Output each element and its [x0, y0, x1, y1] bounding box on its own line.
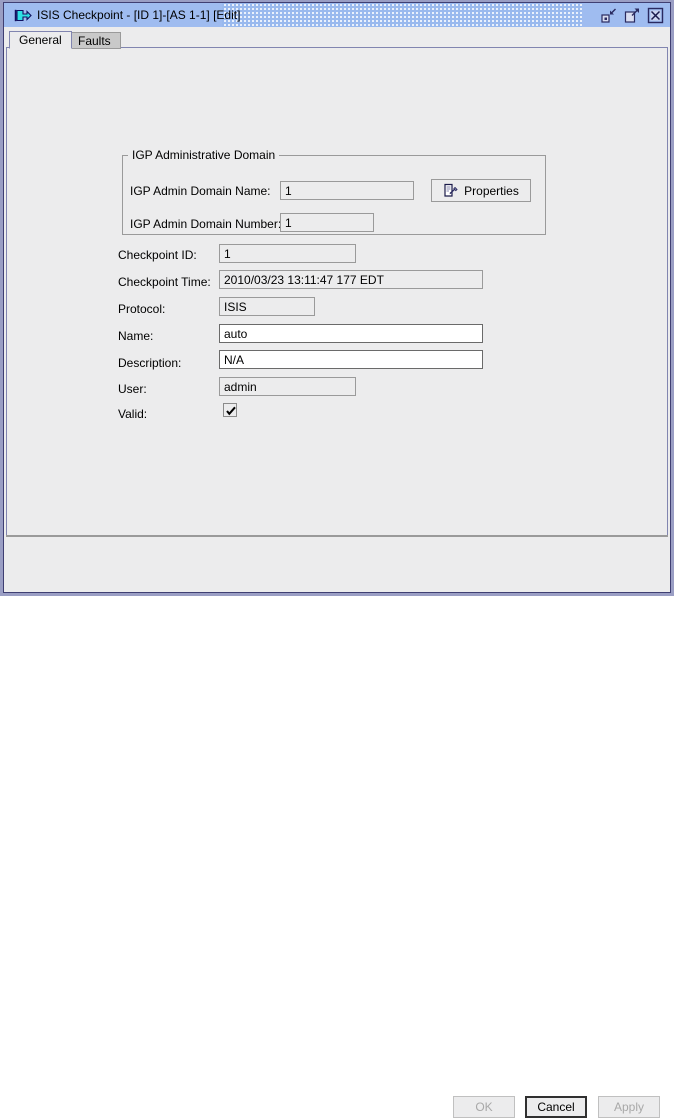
general-tab-panel: [6, 47, 668, 536]
name-label: Name:: [118, 329, 154, 343]
checkpoint-time-label: Checkpoint Time:: [118, 275, 211, 289]
footer-bar: OK Cancel Apply: [6, 538, 668, 1118]
cancel-button[interactable]: Cancel: [525, 1096, 587, 1118]
tab-strip: General Faults: [4, 29, 670, 49]
properties-button-label: Properties: [464, 183, 519, 198]
protocol-label: Protocol:: [118, 302, 166, 316]
properties-button[interactable]: Properties: [431, 179, 531, 202]
name-input[interactable]: auto: [219, 324, 483, 343]
user-label: User:: [118, 382, 147, 396]
dialog-window: ISIS Checkpoint - [ID 1]-[AS 1-1] [Edit]…: [0, 0, 674, 1118]
close-icon[interactable]: [647, 7, 664, 24]
document-pen-icon: [444, 183, 458, 197]
window-controls: [601, 7, 664, 24]
restore-icon[interactable]: [601, 7, 618, 24]
footer-separator: [6, 535, 668, 537]
checkpoint-id-field[interactable]: 1: [219, 244, 356, 263]
apply-button[interactable]: Apply: [598, 1096, 660, 1118]
user-field[interactable]: admin: [219, 377, 356, 396]
igp-admin-domain-number-field[interactable]: 1: [280, 213, 374, 232]
tab-general[interactable]: General: [9, 31, 72, 49]
valid-label: Valid:: [118, 407, 148, 421]
igp-admin-domain-name-field[interactable]: 1: [280, 181, 414, 200]
description-label: Description:: [118, 356, 182, 370]
tab-faults[interactable]: Faults: [68, 32, 121, 49]
window-title: ISIS Checkpoint - [ID 1]-[AS 1-1] [Edit]: [37, 8, 241, 22]
checkmark-icon: [226, 406, 236, 416]
description-input[interactable]: N/A: [219, 350, 483, 369]
igp-admin-domain-name-label: IGP Admin Domain Name:: [130, 184, 271, 198]
valid-checkbox[interactable]: [223, 403, 237, 417]
checkpoint-time-field[interactable]: 2010/03/23 13:11:47 177 EDT: [219, 270, 483, 289]
ok-button[interactable]: OK: [453, 1096, 515, 1118]
igp-admin-domain-groupbox-title: IGP Administrative Domain: [128, 148, 280, 162]
arrow-right-flag-icon: [14, 9, 32, 22]
protocol-field[interactable]: ISIS: [219, 297, 315, 316]
maximize-icon[interactable]: [624, 7, 641, 24]
igp-admin-domain-number-label: IGP Admin Domain Number:: [130, 217, 282, 231]
title-bar[interactable]: ISIS Checkpoint - [ID 1]-[AS 1-1] [Edit]: [4, 3, 670, 27]
checkpoint-id-label: Checkpoint ID:: [118, 248, 197, 262]
